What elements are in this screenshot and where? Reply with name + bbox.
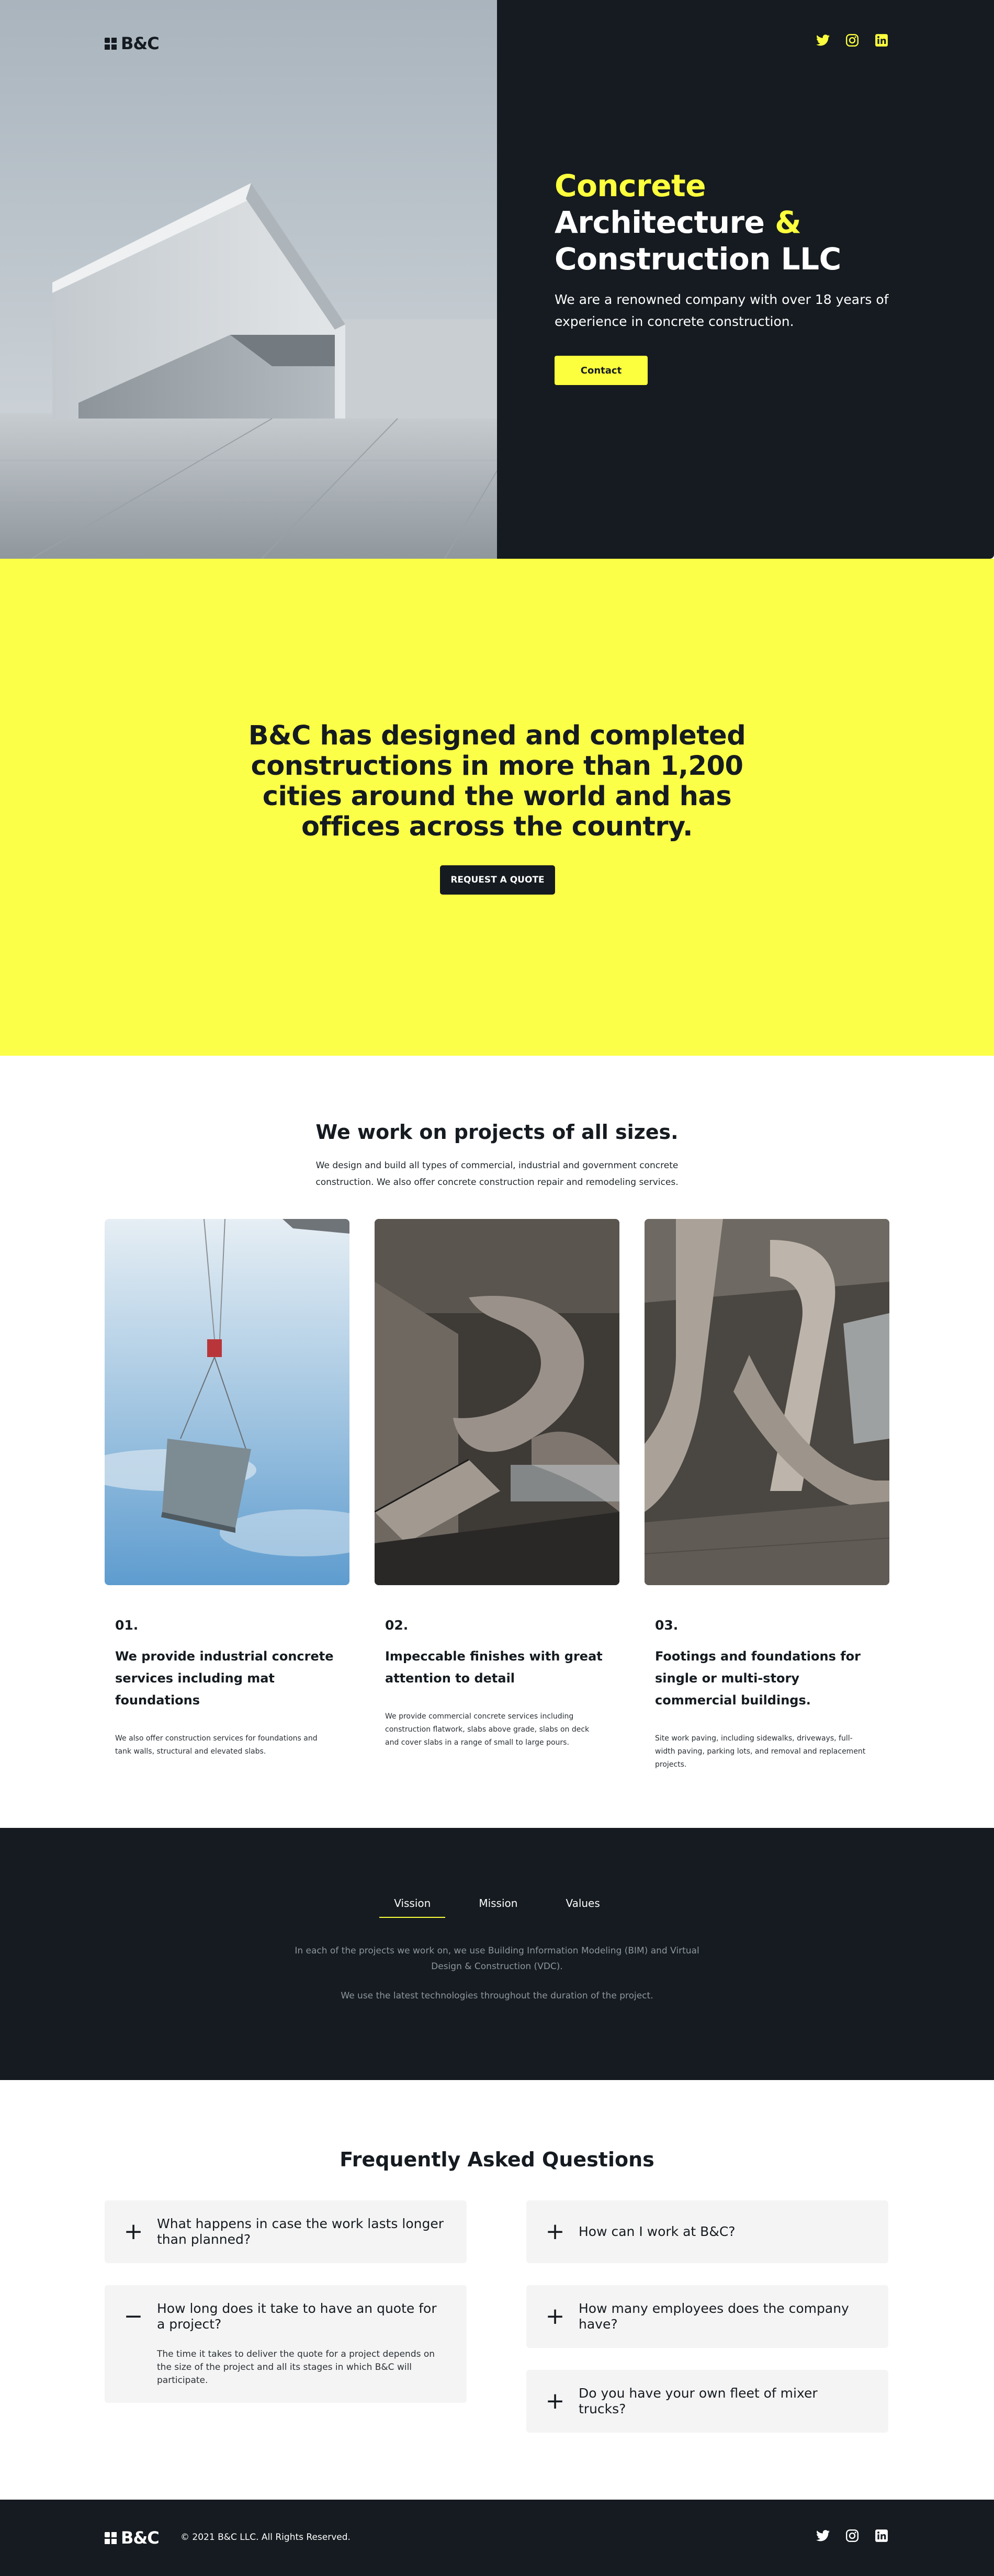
faq-item[interactable]: + How can I work at B&C? (526, 2200, 888, 2263)
logo-icon (105, 37, 117, 50)
concrete-building-illustration (0, 0, 497, 559)
tab-values[interactable]: Values (551, 1897, 614, 1918)
logo-text: B&C (121, 33, 160, 53)
project-number-1: 01. (115, 1618, 139, 1633)
linkedin-icon[interactable] (874, 32, 889, 48)
faq-column-right: + How can I work at B&C? + How many empl… (526, 2200, 888, 2433)
faq-item-expanded[interactable]: − How long does it take to have an quote… (105, 2285, 467, 2403)
concrete-arches-illustration (645, 1219, 889, 1585)
project-heading-2: Impeccable finishes with great attention… (385, 1649, 603, 1686)
faq-answer: The time it takes to deliver the quote f… (157, 2349, 435, 2386)
project-card-1: 01. We provide industrial concrete servi… (105, 1219, 349, 1758)
tab-paragraph-1: In each of the projects we work on, we u… (295, 1946, 699, 1972)
hero-content-panel: Concrete Architecture & Construction LLC… (497, 0, 994, 559)
copyright-text: © 2021 B&C LLC. All Rights Reserved. (180, 2532, 351, 2543)
faq-item[interactable]: + How many employees does the company ha… (526, 2285, 888, 2348)
projects-title: We work on projects of all sizes. (315, 1121, 679, 1144)
project-body-2: We provide commercial concrete services … (385, 1712, 590, 1747)
instagram-icon[interactable] (844, 32, 860, 48)
hero-title-line3: Construction LLC (555, 241, 841, 277)
project-image-2 (375, 1219, 619, 1585)
hero-title-line2: Architecture (555, 205, 765, 240)
hero-image: B&C (0, 0, 497, 559)
hero-copy: Concrete Architecture & Construction LLC… (555, 167, 889, 385)
footer: B&C © 2021 B&C LLC. All Rights Reserved. (0, 2500, 994, 2576)
footer-logo[interactable]: B&C (105, 2528, 160, 2548)
project-card-2: 02. Impeccable finishes with great atten… (375, 1219, 619, 1749)
contact-button[interactable]: Contact (555, 356, 648, 385)
faq-column-left: + What happens in case the work lasts lo… (105, 2200, 467, 2403)
faq-item[interactable]: + Do you have your own fleet of mixer tr… (526, 2370, 888, 2433)
plus-icon[interactable]: + (124, 2216, 143, 2247)
faq-title: Frequently Asked Questions (340, 2148, 654, 2171)
logo-icon (105, 2532, 117, 2544)
hero-title-amp: & (775, 205, 801, 240)
faq-section: Frequently Asked Questions + What happen… (0, 2080, 994, 2500)
logo-text: B&C (121, 2528, 160, 2548)
header-social-links (815, 32, 889, 48)
twitter-icon[interactable] (815, 32, 831, 48)
project-number-2: 02. (385, 1618, 409, 1633)
tab-content: In each of the projects we work on, we u… (293, 1943, 701, 2004)
plus-icon[interactable]: + (546, 2216, 565, 2247)
banner-text: B&C has designed and completed construct… (248, 720, 746, 842)
faq-question: How can I work at B&C? (579, 2224, 736, 2239)
crane-slab-illustration (105, 1219, 349, 1585)
faq-item[interactable]: + What happens in case the work lasts lo… (105, 2200, 467, 2263)
hero-section: B&C Concrete Architecture & Construction… (0, 0, 994, 559)
project-body-3: Site work paving, including sidewalks, d… (655, 1734, 866, 1769)
projects-section: We work on projects of all sizes. We des… (0, 1056, 994, 1828)
request-quote-button[interactable]: REQUEST A QUOTE (440, 865, 555, 895)
tabs-bar: Vission Mission Values (0, 1897, 994, 1918)
hero-title: Concrete Architecture & Construction LLC (555, 167, 889, 277)
tab-paragraph-2: We use the latest technologies throughou… (341, 1991, 653, 2001)
project-card-3: 03. Footings and foundations for single … (645, 1219, 889, 1771)
vision-mission-values-section: Vission Mission Values In each of the pr… (0, 1828, 994, 2080)
plus-icon[interactable]: + (546, 2386, 565, 2417)
faq-question: Do you have your own fleet of mixer truc… (579, 2386, 818, 2416)
spiral-staircase-illustration (375, 1219, 619, 1585)
faq-question: How long does it take to have an quote f… (157, 2301, 437, 2332)
tab-mission[interactable]: Mission (464, 1897, 532, 1918)
plus-icon[interactable]: + (546, 2301, 565, 2332)
faq-question: How many employees does the company have… (579, 2301, 849, 2332)
header-logo[interactable]: B&C (105, 33, 160, 53)
minus-icon[interactable]: − (124, 2301, 143, 2332)
project-image-1 (105, 1219, 349, 1585)
project-heading-1: We provide industrial concrete services … (115, 1649, 334, 1708)
twitter-icon[interactable] (815, 2528, 831, 2544)
project-heading-3: Footings and foundations for single or m… (655, 1649, 861, 1708)
faq-question: What happens in case the work lasts long… (157, 2216, 444, 2247)
project-image-3 (645, 1219, 889, 1585)
projects-subtitle: We design and build all types of commerc… (315, 1160, 679, 1188)
instagram-icon[interactable] (844, 2528, 860, 2544)
tab-vision[interactable]: Vission (379, 1897, 446, 1918)
stats-banner: B&C has designed and completed construct… (0, 559, 994, 1056)
hero-subtitle: We are a renowned company with over 18 y… (555, 292, 889, 329)
project-number-3: 03. (655, 1618, 679, 1633)
hero-title-line1: Concrete (555, 168, 706, 204)
project-body-1: We also offer construction services for … (115, 1734, 318, 1756)
linkedin-icon[interactable] (874, 2528, 889, 2544)
footer-social-links (815, 2528, 889, 2544)
